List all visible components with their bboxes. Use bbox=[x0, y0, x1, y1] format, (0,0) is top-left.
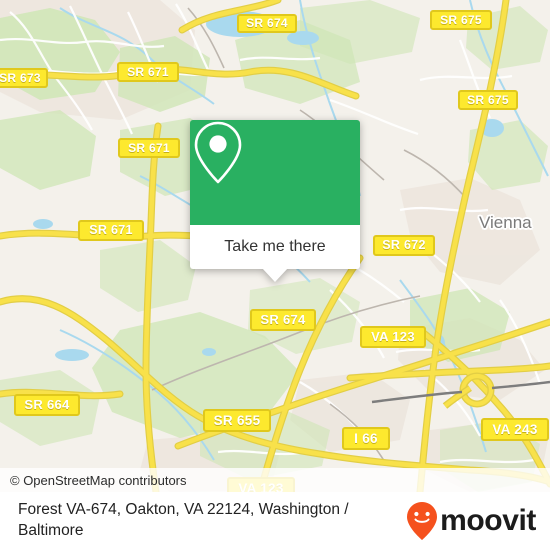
popup-header bbox=[190, 120, 360, 225]
location-address: Forest VA-674, Oakton, VA 22124, Washing… bbox=[18, 501, 349, 539]
road-shield: SR 671 bbox=[118, 138, 180, 158]
road-shield: I 66 bbox=[342, 427, 390, 450]
road-shield: SR 675 bbox=[430, 10, 492, 30]
take-me-there-label: Take me there bbox=[224, 238, 326, 255]
popup-pointer bbox=[262, 268, 288, 282]
map-canvas[interactable]: SR 674 SR 675 SR 671 SR 673 SR 675 SR 671 SR 6… bbox=[0, 0, 550, 492]
map-attribution: © OpenStreetMap contributors bbox=[0, 468, 550, 492]
moovit-map-share-card: SR 674 SR 675 SR 671 SR 673 SR 675 SR 671 SR 6… bbox=[0, 0, 550, 550]
road-shield: SR 672 bbox=[373, 235, 435, 256]
share-footer: Forest VA-674, Oakton, VA 22124, Washing… bbox=[0, 492, 550, 550]
attribution-text: © OpenStreetMap contributors bbox=[10, 472, 187, 488]
take-me-there-button[interactable]: Take me there bbox=[190, 225, 360, 269]
map-pin-icon bbox=[194, 121, 242, 184]
road-shield: SR 664 bbox=[14, 394, 80, 416]
road-shield: SR 675 bbox=[458, 90, 518, 110]
road-shield: VA 123 bbox=[360, 326, 426, 348]
moovit-pin-icon bbox=[407, 502, 438, 540]
road-shield: VA 243 bbox=[481, 418, 549, 441]
road-shield: SR 673 bbox=[0, 68, 48, 88]
road-shield: SR 655 bbox=[203, 409, 271, 432]
road-shield: SR 671 bbox=[117, 62, 179, 82]
location-popup[interactable]: Take me there bbox=[190, 120, 360, 282]
road-shield: SR 671 bbox=[78, 220, 144, 241]
road-shield: SR 674 bbox=[250, 309, 316, 331]
road-shield: SR 674 bbox=[237, 14, 297, 33]
city-label: Vienna bbox=[479, 213, 532, 232]
moovit-wordmark: moovit bbox=[440, 504, 536, 537]
moovit-logo[interactable]: moovit bbox=[405, 501, 536, 541]
